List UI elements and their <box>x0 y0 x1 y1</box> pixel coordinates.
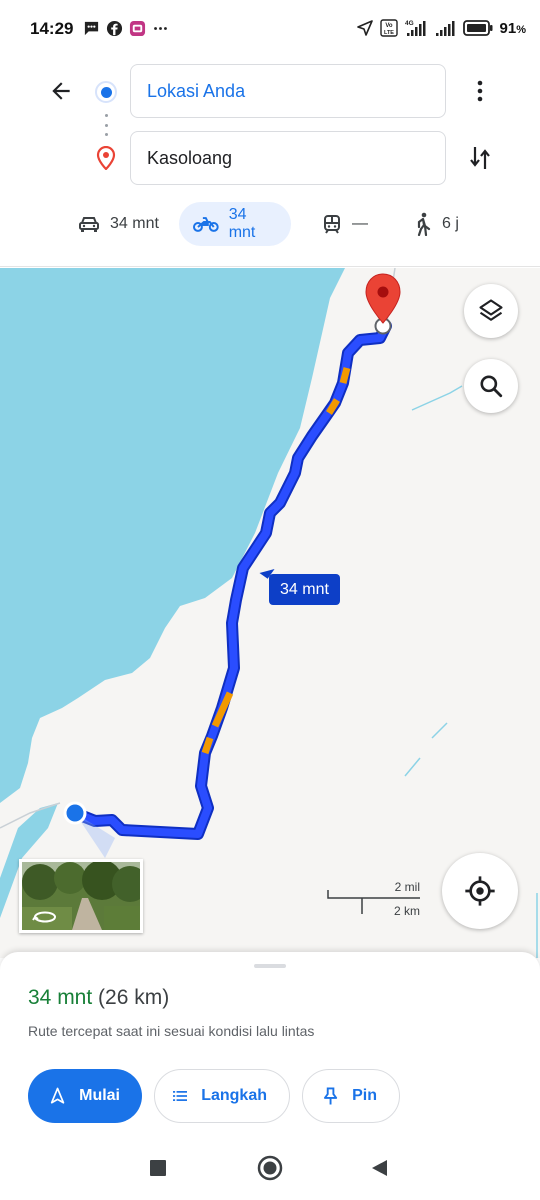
status-bar: 14:29 Vo LTE 4G 91% <box>0 0 540 60</box>
car-icon <box>79 217 99 232</box>
search-along-route-button[interactable] <box>464 359 518 413</box>
tab-car[interactable]: 34 mnt <box>64 202 173 246</box>
map-canvas <box>0 268 538 958</box>
route-distance: (26 km) <box>98 986 170 1009</box>
route-duration: 34 mnt <box>28 986 93 1009</box>
facebook-icon <box>106 20 123 37</box>
layers-icon <box>479 299 503 321</box>
sheet-drag-handle[interactable] <box>254 964 286 968</box>
volte-icon: VoLTE <box>379 19 398 37</box>
location-arrow-icon <box>356 20 373 36</box>
notification-icons <box>83 20 169 37</box>
destination-input[interactable]: Kasoloang <box>130 131 446 185</box>
transit-icon <box>324 215 340 234</box>
svg-text:Vo: Vo <box>385 23 393 29</box>
scale-km: 2 km <box>393 904 420 918</box>
back-nav-icon[interactable] <box>370 1159 388 1177</box>
destination-marker-icon <box>365 273 401 324</box>
svg-text:LTE: LTE <box>384 30 394 36</box>
tab-motorcycle[interactable]: 34 mnt <box>179 202 291 246</box>
road <box>431 722 448 739</box>
walk-time: 6 j <box>442 215 459 232</box>
map-view[interactable]: 34 mnt 2 mil 2 km <box>0 268 540 958</box>
route-summary: 34 mnt (26 km) <box>28 986 169 1010</box>
car-time: 34 mnt <box>110 215 159 232</box>
origin-input[interactable]: Lokasi Anda <box>130 64 446 118</box>
tab-transit[interactable]: — <box>308 202 382 246</box>
route-duration-label[interactable]: 34 mnt <box>269 574 340 605</box>
origin-dot-icon <box>95 81 117 103</box>
motorcycle-icon <box>193 217 219 232</box>
transit-time: — <box>352 215 368 232</box>
recent-apps-icon[interactable] <box>149 1159 167 1177</box>
scale-miles: 2 mil <box>394 880 420 894</box>
swap-locations-button[interactable] <box>464 142 496 174</box>
my-location-icon <box>465 876 495 906</box>
list-icon <box>173 1091 188 1101</box>
battery-icon <box>462 20 493 36</box>
layers-button[interactable] <box>464 284 518 338</box>
pushpin-icon <box>323 1087 338 1105</box>
start-label: Mulai <box>79 1087 120 1104</box>
start-button[interactable]: Mulai <box>28 1069 142 1123</box>
system-navigation-bar <box>0 1136 540 1200</box>
svg-text:4G: 4G <box>405 20 414 27</box>
back-button[interactable] <box>44 74 78 108</box>
search-icon <box>480 375 503 398</box>
road <box>404 757 421 777</box>
directions-header: Lokasi Anda Kasoloang 34 mnt 34 mnt — 6 … <box>0 60 540 267</box>
more-notifications-icon <box>154 27 167 30</box>
steps-label: Langkah <box>201 1087 267 1104</box>
more-options-button[interactable] <box>464 76 496 106</box>
route-description: Rute tercepat saat ini sesuai kondisi la… <box>28 1023 315 1039</box>
battery-percent-value: 91 <box>499 19 517 37</box>
signal-4g-icon: 4G <box>405 20 426 36</box>
navigation-arrow-icon <box>50 1087 65 1104</box>
battery-percent-suffix: % <box>516 23 526 36</box>
route-action-buttons: Mulai Langkah Pin <box>28 1069 400 1123</box>
destination-pin-icon <box>96 146 116 170</box>
traffic-slow-segment <box>201 736 214 755</box>
sea-area <box>0 268 345 803</box>
status-time: 14:29 <box>30 19 74 38</box>
tab-walk[interactable]: 6 j <box>400 202 473 246</box>
street-view-thumbnail[interactable] <box>19 859 143 933</box>
traffic-slow-segment <box>339 367 351 384</box>
motorcycle-time: 34 mnt <box>228 206 256 241</box>
app-icon <box>129 20 146 37</box>
map-scale: 2 mil 2 km <box>326 880 422 924</box>
more-vert-icon <box>477 80 483 102</box>
steps-button[interactable]: Langkah <box>154 1069 290 1123</box>
origin-location-dot <box>63 801 87 825</box>
travel-mode-tabs: 34 mnt 34 mnt — 6 j <box>0 200 540 248</box>
my-location-button[interactable] <box>442 853 518 929</box>
signal-icon <box>435 21 455 36</box>
pin-label: Pin <box>352 1087 377 1104</box>
battery-percent: 91% <box>500 20 526 37</box>
home-icon[interactable] <box>257 1155 283 1181</box>
message-icon <box>84 21 99 36</box>
walk-icon <box>417 212 431 236</box>
pin-button[interactable]: Pin <box>302 1069 400 1123</box>
swap-vert-icon <box>470 147 490 169</box>
route-summary-sheet[interactable]: 34 mnt (26 km) Rute tercepat saat ini se… <box>0 952 540 1136</box>
rotate-360-icon <box>32 911 56 923</box>
status-right-icons: Vo LTE 4G 91% <box>356 19 526 37</box>
route-connector-dots <box>104 114 108 136</box>
arrow-back-icon <box>52 82 70 100</box>
road <box>411 385 463 411</box>
